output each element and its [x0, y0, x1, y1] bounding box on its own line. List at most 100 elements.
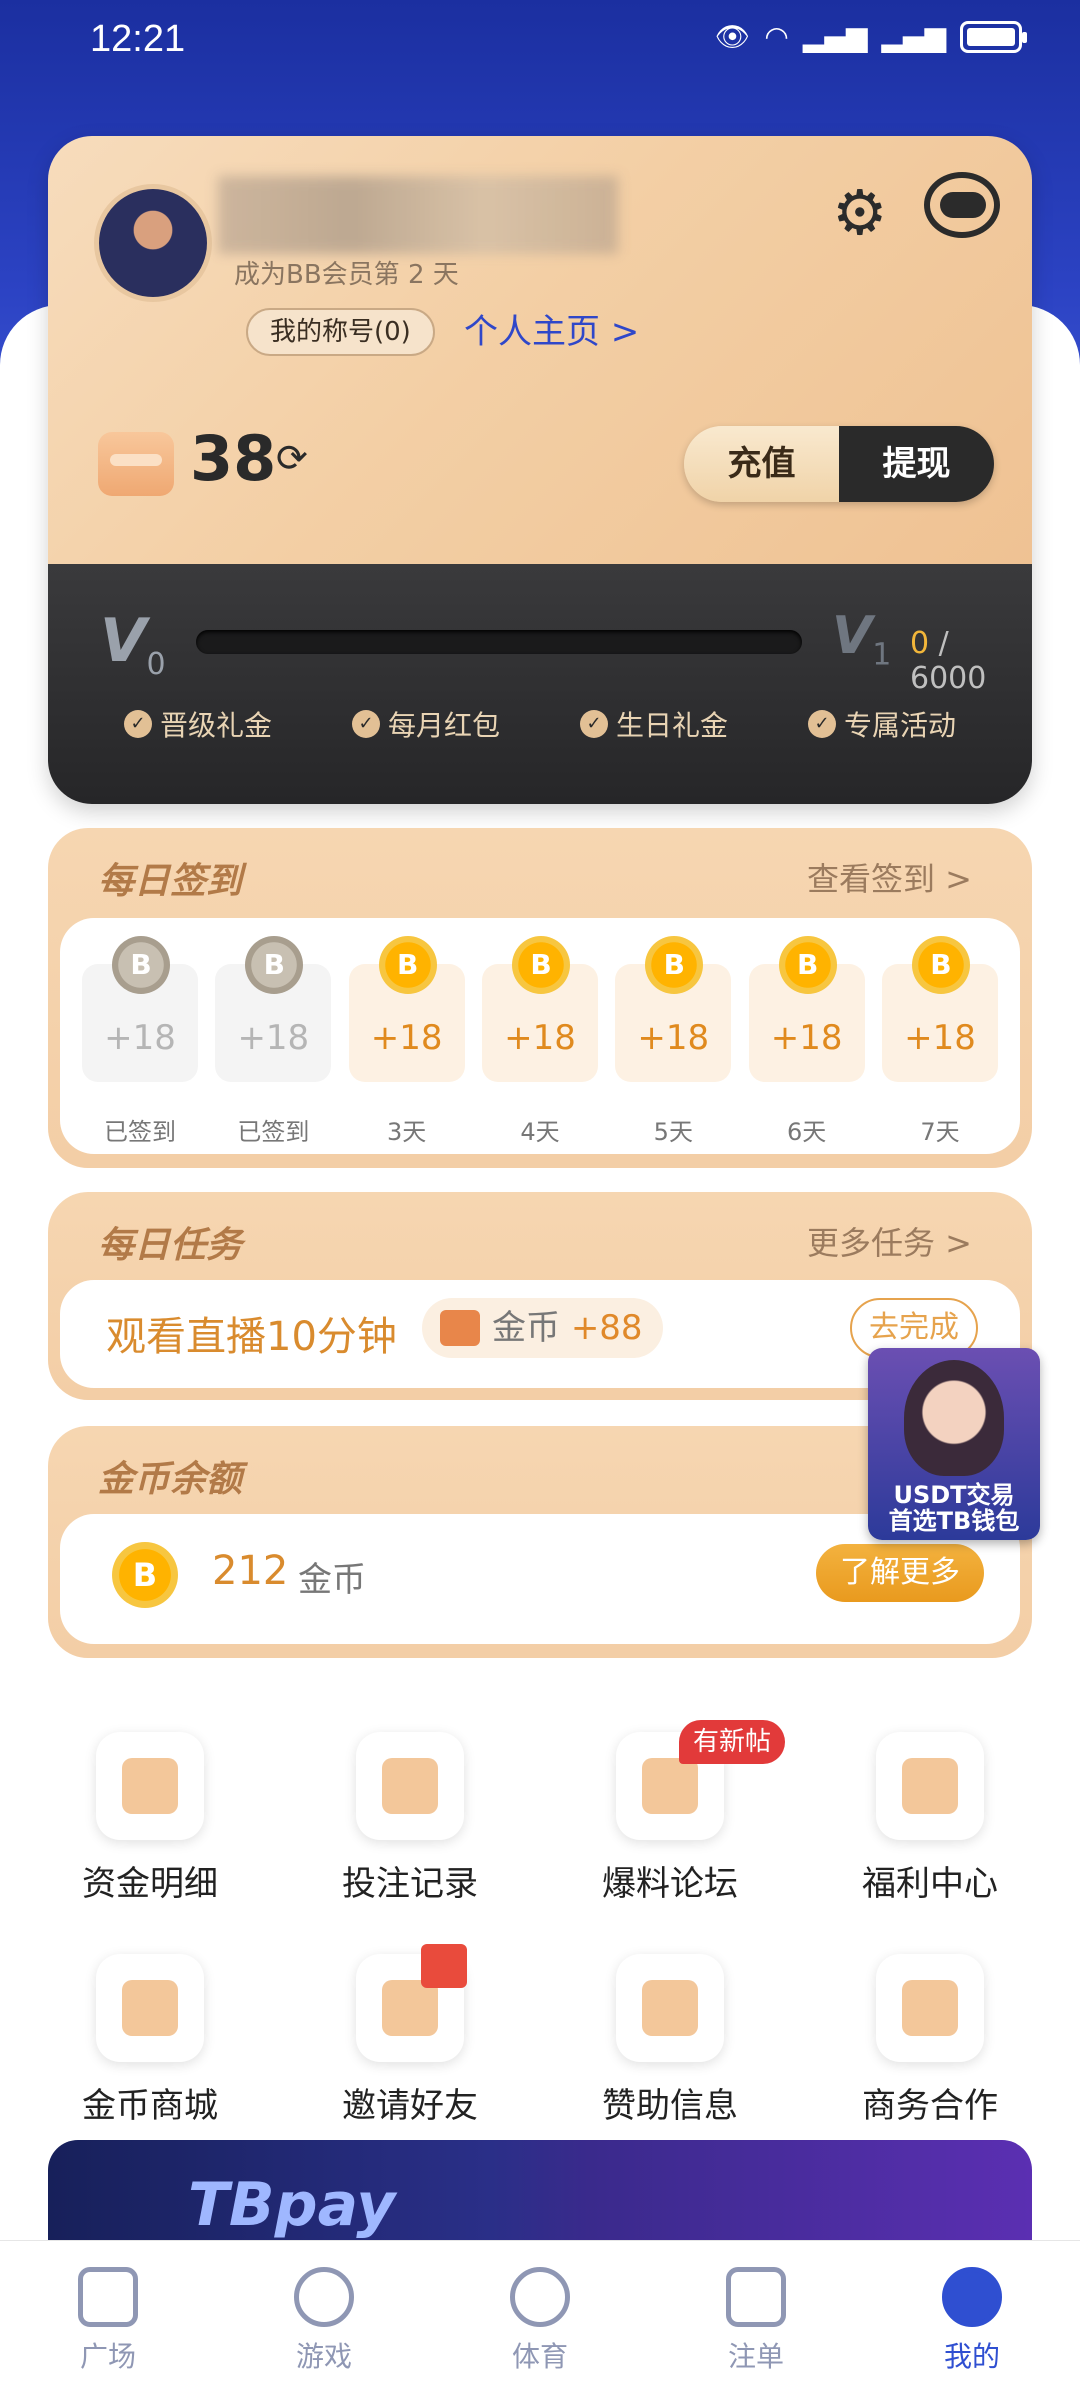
- promo-line1: USDT交易: [893, 1481, 1015, 1509]
- signin-day-label: 5天: [653, 1118, 693, 1146]
- perk-label: 晋级礼金: [159, 709, 272, 742]
- menu-label: 邀请好友: [342, 2086, 478, 2126]
- gear-icon[interactable]: ⚙: [832, 176, 888, 249]
- menu-label: 爆料论坛: [602, 1864, 738, 1904]
- menu-welfare-center[interactable]: 福利中心: [815, 1732, 1045, 1905]
- signin-day[interactable]: B +18 已签到: [215, 936, 332, 1174]
- signin-day[interactable]: B +18 5天: [615, 936, 732, 1174]
- perk-item[interactable]: ✓ 每月红包: [351, 704, 500, 744]
- signin-day-label: 已签到: [104, 1118, 176, 1146]
- perk-item[interactable]: ✓ 生日礼金: [579, 704, 728, 744]
- signin-day-card: B +18: [881, 936, 998, 1082]
- menu-invite-friends[interactable]: 邀请好友: [295, 1944, 525, 2127]
- wallet-list-icon: [96, 1732, 204, 1840]
- signin-day[interactable]: B +18 3天: [348, 936, 465, 1174]
- signin-day[interactable]: B +18 7天: [881, 936, 998, 1174]
- signin-day-card: B +18: [615, 936, 732, 1082]
- signin-amount: +18: [504, 1018, 576, 1058]
- learn-more-button[interactable]: 了解更多: [816, 1544, 984, 1602]
- user-icon: [942, 2267, 1002, 2327]
- member-days: 成为BB会员第 2 天: [234, 260, 459, 290]
- nav-games[interactable]: 游戏: [244, 2241, 404, 2400]
- coin-icon: B: [378, 936, 437, 994]
- coin-icon: B: [511, 936, 570, 994]
- signin-day-card: B +18: [481, 936, 598, 1082]
- signin-day-label: 7天: [920, 1118, 960, 1146]
- menu-sponsor-info[interactable]: 赞助信息: [555, 1954, 785, 2127]
- spade-icon: [294, 2267, 354, 2327]
- menu-label: 金币商城: [82, 2086, 218, 2126]
- vip-current-number: 0: [146, 647, 166, 682]
- coin-icon: B: [911, 936, 970, 994]
- signin-day-card: B +18: [348, 936, 465, 1082]
- signin-amount: +18: [637, 1018, 710, 1058]
- signin-day-label: 4天: [520, 1118, 560, 1146]
- menu-coin-mall[interactable]: 金币商城: [35, 1954, 265, 2127]
- view-signin-link[interactable]: 查看签到 >: [807, 854, 972, 900]
- menu-business-cooperation[interactable]: 商务合作: [815, 1954, 1045, 2127]
- perk-label: 每月红包: [387, 709, 500, 742]
- receipt-icon: [726, 2267, 786, 2327]
- check-icon: ✓: [351, 710, 380, 738]
- promo-floating-ad[interactable]: USDT交易 首选TB钱包: [868, 1348, 1040, 1540]
- nav-label: 体育: [511, 2340, 568, 2373]
- customer-service-icon[interactable]: [924, 172, 1000, 238]
- coin-icon: B: [645, 936, 704, 994]
- signin-day[interactable]: B +18 已签到: [82, 936, 198, 1174]
- vip-progress-bar: [196, 630, 802, 654]
- gift-icon: [440, 1310, 480, 1346]
- coin-icon: B: [112, 936, 170, 994]
- refresh-icon[interactable]: ⟳: [276, 436, 308, 480]
- nav-bets[interactable]: 注单: [676, 2241, 836, 2400]
- task-title: 每日任务: [98, 1225, 243, 1266]
- username-blurred: [218, 176, 618, 254]
- chat-chart-icon: [78, 2267, 138, 2327]
- signin-day-card: B +18: [215, 936, 332, 1082]
- new-post-badge: 有新帖: [679, 1720, 785, 1764]
- menu-grid-row-2: 金币商城 邀请好友 赞助信息 商务合作: [0, 1944, 1080, 2127]
- battery-icon: [960, 20, 1027, 53]
- signin-day-list: B +18 已签到 B +18 已签到 B +18 3天 B +18 4天 B +18 5天 B +18 6天 B +…: [82, 936, 998, 1174]
- signal-icon-2: ▂▄▆: [881, 20, 946, 53]
- gold-amount: 212: [212, 1548, 289, 1594]
- signin-day[interactable]: B +18 4天: [481, 936, 598, 1174]
- handshake-icon: [876, 1954, 984, 2062]
- clipboard-icon: [356, 1732, 464, 1840]
- status-bar: 12:21 👁 ◠ ▂▄▆ ▂▄▆: [0, 0, 1080, 80]
- nav-label: 广场: [79, 2340, 136, 2373]
- wallet-buttons: 充值 提现: [684, 426, 994, 502]
- menu-forum[interactable]: 有新帖 爆料论坛: [555, 1720, 785, 1905]
- promo-banner[interactable]: TBpay: [48, 2140, 1032, 2240]
- nav-label: 游戏: [295, 2340, 352, 2373]
- coin-icon: B: [112, 1542, 178, 1608]
- signin-amount: +18: [237, 1018, 310, 1058]
- title-badge[interactable]: 我的称号(0): [246, 308, 435, 356]
- signin-days: B +18 已签到 B +18 已签到 B +18 3天 B +18 4天 B +18 5天 B +18 6天 B +…: [60, 918, 1020, 1154]
- withdraw-button[interactable]: 提现: [839, 426, 994, 502]
- nav-plaza[interactable]: 广场: [28, 2241, 188, 2400]
- perk-item[interactable]: ✓ 晋级礼金: [123, 704, 272, 744]
- avatar[interactable]: [94, 184, 212, 302]
- award-ribbon-icon: [616, 1954, 724, 2062]
- menu-label: 福利中心: [862, 1864, 998, 1904]
- perk-item[interactable]: ✓ 专属活动: [807, 704, 956, 744]
- signin-day-label: 3天: [387, 1118, 427, 1146]
- nav-mine[interactable]: 我的: [892, 2241, 1052, 2400]
- coin-icon: B: [778, 936, 837, 994]
- vip-perks: ✓ 晋级礼金 ✓ 每月红包 ✓ 生日礼金 ✓ 专属活动: [48, 704, 1032, 744]
- gift-badge-icon: [421, 1944, 467, 1988]
- nav-sports[interactable]: 体育: [460, 2241, 620, 2400]
- recharge-button[interactable]: 充值: [684, 426, 839, 502]
- menu-label: 资金明细: [82, 1864, 218, 1904]
- signin-day[interactable]: B +18 6天: [748, 936, 865, 1174]
- wifi-icon: ◠: [764, 20, 789, 53]
- vip-current-level: V0: [100, 606, 166, 682]
- check-icon: ✓: [123, 710, 152, 738]
- menu-label: 投注记录: [342, 1864, 478, 1904]
- personal-home-link[interactable]: 个人主页 >: [464, 308, 639, 356]
- more-tasks-link[interactable]: 更多任务 >: [807, 1218, 972, 1264]
- shopping-bag-icon: [96, 1954, 204, 2062]
- menu-bet-records[interactable]: 投注记录: [295, 1732, 525, 1905]
- menu-fund-details[interactable]: 资金明细: [35, 1732, 265, 1905]
- menu-label: 赞助信息: [602, 2086, 738, 2126]
